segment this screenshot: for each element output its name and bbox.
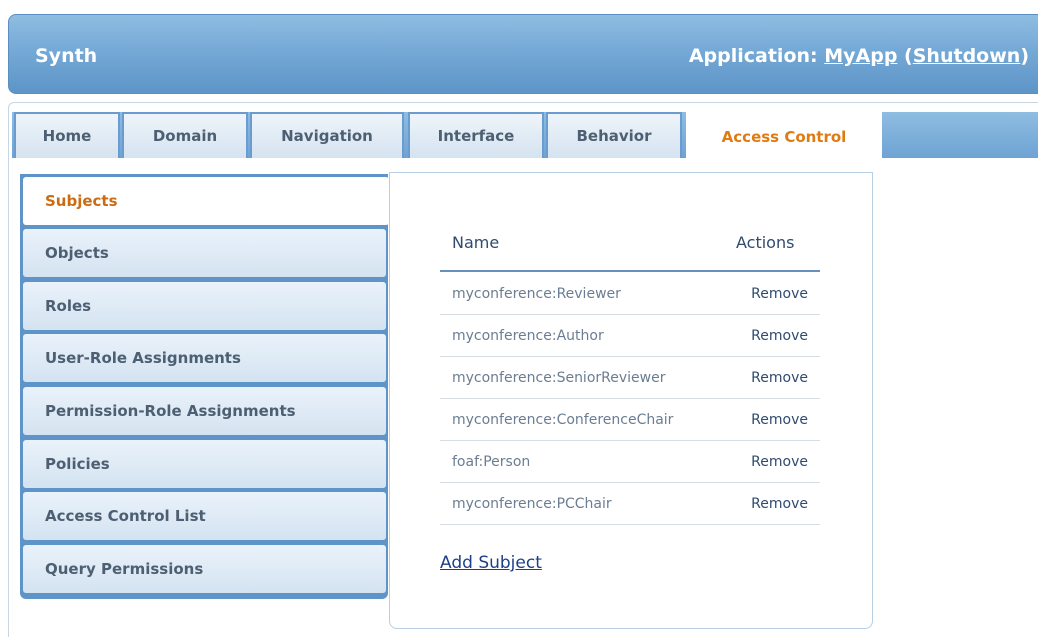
table-row: myconference:Author Remove <box>440 315 820 357</box>
app-header: Synth Application: MyApp (Shutdown) <box>8 14 1038 94</box>
tab-access-control[interactable]: Access Control <box>686 112 882 162</box>
subject-name: myconference:SeniorReviewer <box>452 370 666 386</box>
shutdown-link[interactable]: Shutdown <box>913 45 1021 67</box>
column-header-name: Name <box>452 233 500 252</box>
application-info: Application: MyApp (Shutdown) <box>689 45 1029 67</box>
menu-item-access-control-list[interactable]: Access Control List <box>23 492 386 540</box>
menu-item-roles[interactable]: Roles <box>23 282 386 330</box>
tab-interface[interactable]: Interface <box>408 112 544 158</box>
table-row: foaf:Person Remove <box>440 441 820 483</box>
brand-title: Synth <box>35 45 98 67</box>
tab-home[interactable]: Home <box>14 112 120 158</box>
menu-item-permission-role-assignments[interactable]: Permission-Role Assignments <box>23 387 386 435</box>
subject-name: myconference:Author <box>452 328 604 344</box>
app-name-link[interactable]: MyApp <box>824 45 897 67</box>
menu-item-objects[interactable]: Objects <box>23 229 386 277</box>
subject-name: myconference:PCChair <box>452 496 612 512</box>
tab-behavior[interactable]: Behavior <box>546 112 682 158</box>
subject-name: myconference:Reviewer <box>452 286 621 302</box>
remove-link[interactable]: Remove <box>751 286 808 302</box>
remove-link[interactable]: Remove <box>751 454 808 470</box>
table-row: myconference:SeniorReviewer Remove <box>440 357 820 399</box>
subject-name: myconference:ConferenceChair <box>452 412 674 428</box>
remove-link[interactable]: Remove <box>751 496 808 512</box>
table-row: myconference:Reviewer Remove <box>440 273 820 315</box>
remove-link[interactable]: Remove <box>751 328 808 344</box>
menu-item-policies[interactable]: Policies <box>23 440 386 488</box>
column-header-actions: Actions <box>736 233 795 252</box>
add-subject-link[interactable]: Add Subject <box>440 553 542 573</box>
application-label: Application: <box>688 45 825 67</box>
tab-domain[interactable]: Domain <box>122 112 248 158</box>
menu-item-subjects[interactable]: Subjects <box>23 177 389 225</box>
remove-link[interactable]: Remove <box>751 412 808 428</box>
paren-close: ) <box>1020 45 1029 67</box>
menu-item-query-permissions[interactable]: Query Permissions <box>23 545 386 593</box>
menu-item-user-role-assignments[interactable]: User-Role Assignments <box>23 334 386 382</box>
subject-name: foaf:Person <box>452 454 531 470</box>
table-row: myconference:ConferenceChair Remove <box>440 399 820 441</box>
table-header-divider <box>440 270 820 272</box>
remove-link[interactable]: Remove <box>751 370 808 386</box>
table-row: myconference:PCChair Remove <box>440 483 820 525</box>
paren-open: ( <box>897 45 913 67</box>
tab-navigation[interactable]: Navigation <box>250 112 404 158</box>
